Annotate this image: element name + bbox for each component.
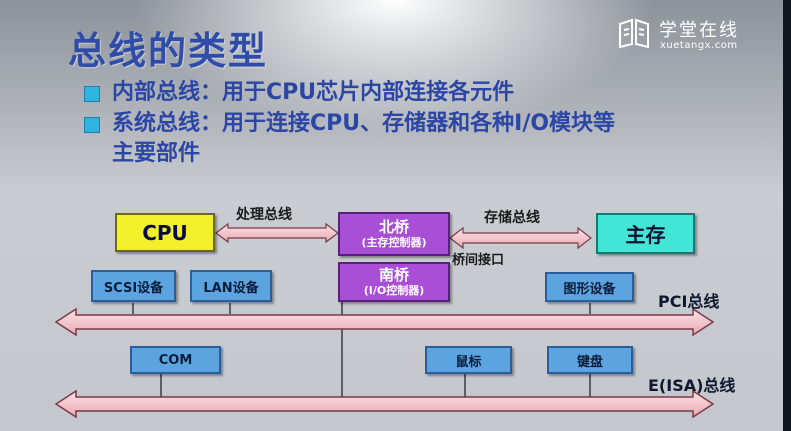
processing-bus-arrow xyxy=(215,222,339,244)
south-bridge-box: 南桥 (I/O控制器) xyxy=(338,262,450,302)
lan-device-box: LAN设备 xyxy=(190,270,272,302)
north-bridge-name: 北桥 xyxy=(378,218,409,236)
keyboard-device-box: 键盘 xyxy=(547,346,633,374)
north-bridge-sub: (主存控制器) xyxy=(361,236,427,249)
scsi-device-box: SCSI设备 xyxy=(91,270,176,302)
bridge-interface-label: 桥间接口 xyxy=(452,253,505,268)
isa-bus-arrow xyxy=(54,389,715,419)
slide: 总线的类型 学堂在线 xuetangx.com 内部总线：用于CPU芯片内部连接… xyxy=(0,0,791,431)
window-edge-strip xyxy=(783,0,791,431)
mouse-device-box: 鼠标 xyxy=(425,346,512,374)
graphics-device-box: 图形设备 xyxy=(545,272,634,302)
storage-bus-label: 存储总线 xyxy=(484,210,540,226)
storage-bus-arrow xyxy=(449,226,592,250)
processing-bus-label: 处理总线 xyxy=(236,207,292,223)
pci-bus-arrow xyxy=(54,307,715,337)
south-bridge-name: 南桥 xyxy=(378,266,409,284)
south-bridge-sub: (I/O控制器) xyxy=(363,284,425,297)
pci-bus-label: PCI总线 xyxy=(658,292,720,311)
com-device-box: COM xyxy=(130,346,221,374)
cpu-box: CPU xyxy=(115,213,215,252)
north-bridge-box: 北桥 (主存控制器) xyxy=(338,212,450,256)
main-memory-box: 主存 xyxy=(596,213,695,254)
isa-bus-label: E(ISA)总线 xyxy=(648,376,736,395)
